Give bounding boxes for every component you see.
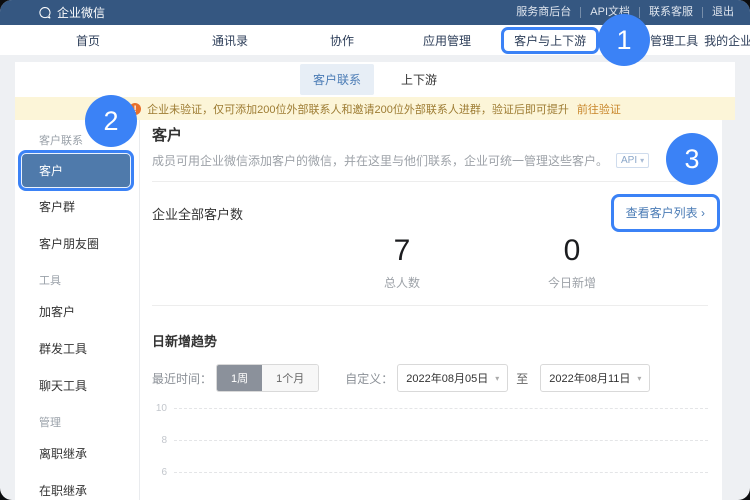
gridline <box>174 408 708 409</box>
chevron-right-icon: › <box>701 206 705 220</box>
banner-text: 企业未验证，仅可添加200位外部联系人和邀请200位外部联系人进群，验证后即可提… <box>147 101 569 117</box>
stat-total-label: 总人数 <box>384 274 420 291</box>
stats-section-title: 企业全部客户数 <box>152 204 243 223</box>
nav-item-admin-tools[interactable]: 管理工具 <box>650 32 698 49</box>
start-date-value: 2022年08月05日 <box>406 370 488 386</box>
nav-item-home[interactable]: 首页 <box>76 32 100 49</box>
contact-support-link[interactable]: 联系客服 <box>639 7 702 18</box>
trend-section-title: 日新增趋势 <box>152 331 708 350</box>
sidebar: 客户联系 客户 客户群 客户朋友圈 工具 加客户 群发工具 聊天工具 管理 离职… <box>15 120 140 500</box>
screen: 企业微信 服务商后台 API文档 联系客服 退出 首页 通讯录 协作 应用管理 … <box>0 0 750 500</box>
sidebar-item-chat-tools[interactable]: 聊天工具 <box>15 367 139 404</box>
y-axis-tick: 8 <box>152 436 174 446</box>
annotation-box-view-list: 查看客户列表 › <box>611 194 720 232</box>
view-customer-list-link[interactable]: 查看客户列表 › <box>626 206 705 220</box>
sidebar-item-add-customers[interactable]: 加客户 <box>15 293 139 330</box>
to-label: 至 <box>516 370 528 387</box>
y-axis-tick: 10 <box>152 404 174 414</box>
card-body: 客户联系 客户 客户群 客户朋友圈 工具 加客户 群发工具 聊天工具 管理 离职… <box>15 120 735 500</box>
sub-tabs: 客户联系 上下游 <box>15 62 735 97</box>
sidebar-item-customer-groups[interactable]: 客户群 <box>15 188 139 225</box>
daily-trend-section: 日新增趋势 最近时间： 1周 1个月 自定义： 2022年08月05日 ▾ 至 <box>152 306 708 500</box>
annotation-step-1: 1 <box>598 14 650 66</box>
sidebar-section-management: 管理 <box>15 404 139 435</box>
stat-new-today-value: 0 <box>548 235 596 267</box>
wechat-work-logo-icon <box>38 6 52 20</box>
tab-customer-contact[interactable]: 客户联系 <box>300 64 374 95</box>
sidebar-item-group-messaging[interactable]: 群发工具 <box>15 330 139 367</box>
range-option-1-month[interactable]: 1个月 <box>262 365 318 391</box>
nav-item-customers-upstream-downstream[interactable]: 客户与上下游 <box>501 27 599 54</box>
api-dropdown-badge[interactable]: API ▾ <box>616 153 649 168</box>
provider-console-link[interactable]: 服务商后台 <box>507 7 580 18</box>
recent-time-label: 最近时间： <box>152 370 212 387</box>
logout-link[interactable]: 退出 <box>702 7 736 18</box>
sidebar-item-active-handover[interactable]: 在职继承 <box>15 472 139 500</box>
nav-item-collaboration[interactable]: 协作 <box>330 32 354 49</box>
trend-controls: 最近时间： 1周 1个月 自定义： 2022年08月05日 ▾ 至 2022年0… <box>152 364 708 392</box>
range-toggle: 1周 1个月 <box>216 364 319 392</box>
trend-chart: 10 8 6 4 <box>152 408 708 500</box>
brand-name: 企业微信 <box>57 4 105 21</box>
end-date-select[interactable]: 2022年08月11日 ▾ <box>540 364 650 392</box>
y-axis-tick: 6 <box>152 468 174 478</box>
stat-total-customers: 7 总人数 <box>384 235 420 291</box>
brand: 企业微信 <box>38 4 105 21</box>
chevron-down-icon: ▾ <box>637 374 641 383</box>
customer-stats-section: 企业全部客户数 查看客户列表 › 7 总人数 <box>152 182 708 306</box>
start-date-select[interactable]: 2022年08月05日 ▾ <box>397 364 508 392</box>
page-header: 客户 成员可用企业微信添加客户的微信，并在这里与他们联系，企业可统一管理这些客户… <box>152 120 708 182</box>
page-title: 客户 <box>152 127 708 144</box>
sidebar-section-tools: 工具 <box>15 262 139 293</box>
custom-range-label: 自定义： <box>345 370 393 387</box>
main-panel: 客户 成员可用企业微信添加客户的微信，并在这里与他们联系，企业可统一管理这些客户… <box>140 120 722 500</box>
nav-item-app-management[interactable]: 应用管理 <box>423 32 471 49</box>
right-gutter <box>722 120 735 500</box>
annotation-step-3: 3 <box>666 133 718 185</box>
tab-upstream-downstream[interactable]: 上下游 <box>388 64 450 95</box>
annotation-step-2: 2 <box>85 95 137 147</box>
sidebar-item-resigned-handover[interactable]: 离职继承 <box>15 435 139 472</box>
page-description: 成员可用企业微信添加客户的微信，并在这里与他们联系，企业可统一管理这些客户。 <box>152 154 608 168</box>
api-badge-label: API <box>621 154 637 167</box>
chevron-down-icon: ▾ <box>495 374 499 383</box>
stat-total-value: 7 <box>384 235 420 267</box>
chevron-down-icon: ▾ <box>640 154 644 167</box>
sidebar-item-customers[interactable]: 客户 <box>22 154 130 187</box>
nav-item-my-company[interactable]: 我的企业 <box>704 32 750 49</box>
stats-row: 7 总人数 0 今日新增 <box>152 235 708 305</box>
stat-new-today: 0 今日新增 <box>548 235 596 291</box>
gridline <box>174 472 708 473</box>
range-option-1-week[interactable]: 1周 <box>217 365 262 391</box>
sidebar-item-customer-moments[interactable]: 客户朋友圈 <box>15 225 139 262</box>
stat-new-today-label: 今日新增 <box>548 274 596 291</box>
nav-item-contacts[interactable]: 通讯录 <box>212 32 248 49</box>
gridline <box>174 440 708 441</box>
go-verify-link[interactable]: 前往验证 <box>577 101 621 117</box>
end-date-value: 2022年08月11日 <box>549 370 630 386</box>
